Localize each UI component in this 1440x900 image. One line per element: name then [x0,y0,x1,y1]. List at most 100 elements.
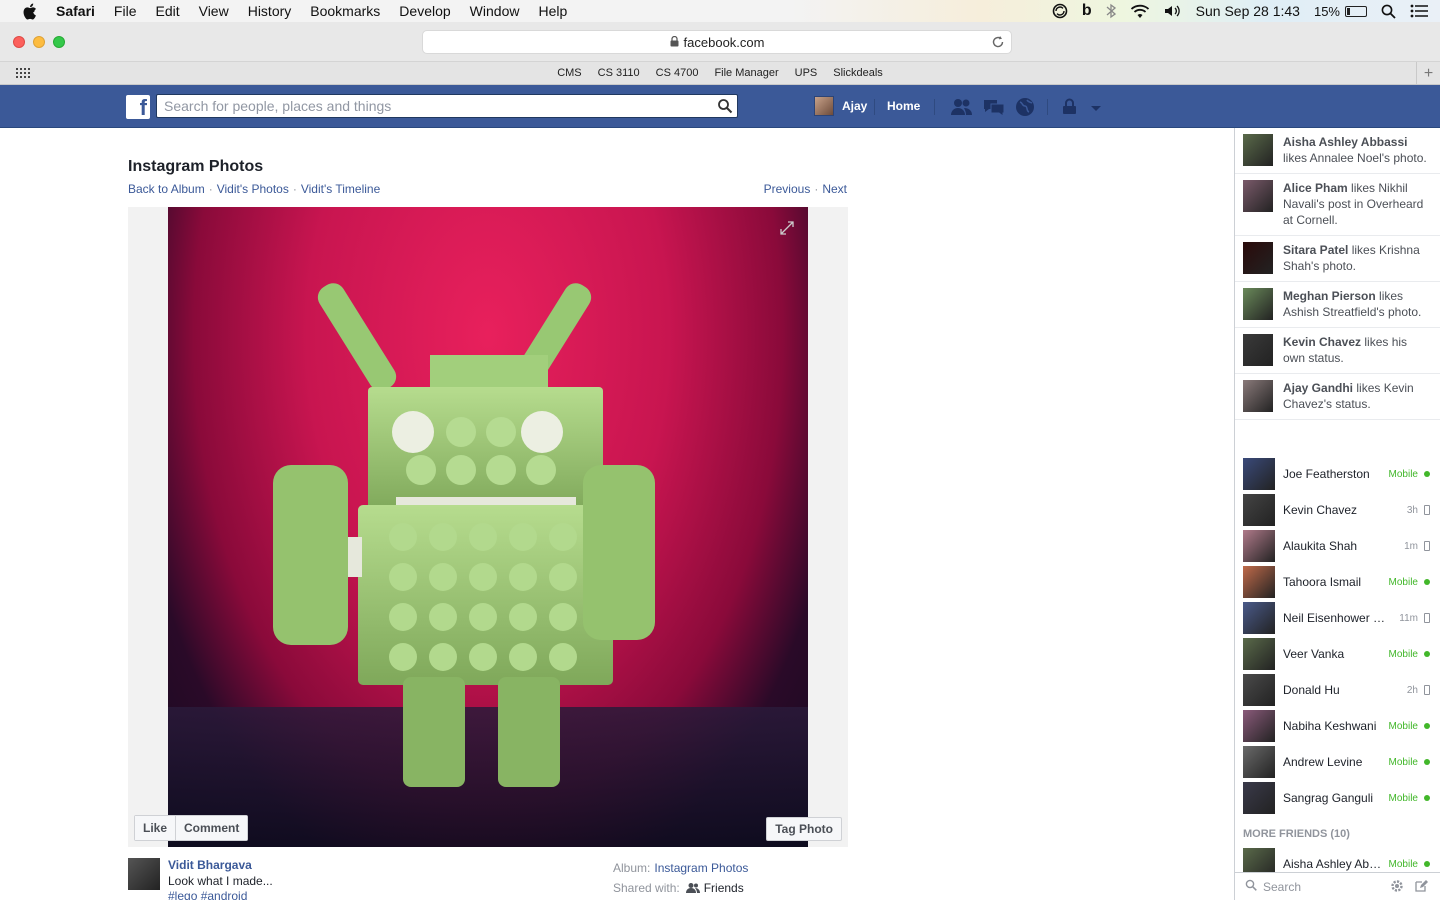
new-tab-plus-icon[interactable]: + [1416,62,1440,85]
ticker-actor: Kevin Chavez [1283,335,1362,349]
volume-icon[interactable] [1164,4,1182,18]
chat-friend[interactable]: Nabiha Keshwani Mobile [1235,708,1440,744]
fullscreen-expand-icon[interactable] [780,221,794,238]
close-window-button[interactable] [13,36,25,48]
menu-bookmarks[interactable]: Bookmarks [310,3,380,19]
bookmark-slickdeals[interactable]: Slickdeals [833,67,883,79]
album-link[interactable]: Instagram Photos [654,861,748,875]
search-icon[interactable] [717,98,733,117]
ticker-actor: Ajay Gandhi [1283,381,1354,395]
messages-icon[interactable] [982,97,1006,120]
chat-friend[interactable]: Sangrag Ganguli Mobile [1235,780,1440,816]
clock[interactable]: Sun Sep 28 1:43 [1196,3,1300,19]
breadcrumb: Back to Album · Vidit's Photos · Vidit's Tim… [128,182,380,196]
chat-friend[interactable]: Andrew Levine Mobile [1235,744,1440,780]
menu-view[interactable]: View [199,3,229,19]
bookmark-file-manager[interactable]: File Manager [714,67,778,79]
vidits-photos-link[interactable]: Vidit's Photos [217,182,289,196]
chat-friend[interactable]: Donald Hu 2h [1235,672,1440,708]
avatar[interactable] [128,858,160,890]
bluetooth-icon[interactable] [1106,3,1116,19]
online-dot-icon [1424,759,1430,765]
facebook-search-input[interactable] [157,95,697,117]
notifications-globe-icon[interactable] [1014,97,1036,120]
address-bar[interactable]: facebook.com [422,30,1012,54]
menu-file[interactable]: File [114,3,137,19]
online-dot-icon [1424,579,1430,585]
vidits-timeline-link[interactable]: Vidit's Timeline [301,182,380,196]
bookmark-ups[interactable]: UPS [795,67,818,79]
minimize-window-button[interactable] [33,36,45,48]
menu-extras: b Sun Sep 28 1:43 15% [1052,0,1440,22]
wifi-icon[interactable] [1130,4,1150,19]
chat-friend[interactable]: Joe Featherston Mobile [1235,456,1440,492]
notification-center-icon[interactable] [1410,4,1428,18]
chat-friend[interactable]: Tahoora Ismail Mobile [1235,564,1440,600]
menu-window[interactable]: Window [470,3,520,19]
chat-settings-gear-icon[interactable] [1390,879,1404,896]
new-message-compose-icon[interactable] [1414,879,1428,896]
ticker-story[interactable]: Aisha Ashley Abbassi likes Annalee Noel'… [1235,128,1440,174]
menu-edit[interactable]: Edit [155,3,179,19]
chat-friend[interactable]: Alaukita Shah 1m [1235,528,1440,564]
chat-friend[interactable]: Veer Vanka Mobile [1235,636,1440,672]
online-dot-icon [1424,723,1430,729]
ticker-actor: Meghan Pierson [1283,289,1376,303]
author-name-link[interactable]: Vidit Bhargava [168,858,273,872]
home-link[interactable]: Home [887,99,920,113]
friend-requests-icon[interactable] [950,97,974,120]
bookmark-cms[interactable]: CMS [557,67,581,79]
menu-develop[interactable]: Develop [399,3,450,19]
battery-icon[interactable] [1345,5,1367,17]
chat-status-text: Mobile [1388,792,1418,804]
top-sites-grid-icon[interactable] [16,68,30,81]
privacy-shortcuts-icon[interactable] [1060,97,1080,120]
avatar [1243,242,1273,274]
browser-toolbar: facebook.com [0,22,1440,62]
lego-android-photo[interactable] [168,207,808,847]
previous-photo-link[interactable]: Previous [764,182,811,196]
next-photo-link[interactable]: Next [822,182,847,196]
spotlight-search-icon[interactable] [1381,4,1396,19]
ticker-story[interactable]: Ajay Gandhi likes Kevin Chavez's status. [1235,374,1440,420]
facebook-search-box[interactable] [156,94,738,118]
online-dot-icon [1424,861,1430,867]
reload-icon[interactable] [991,35,1005,52]
comment-button[interactable]: Comment [175,816,248,840]
menu-history[interactable]: History [248,3,292,19]
ticker-story[interactable]: Alice Pham likes Nikhil Navali's post in… [1235,174,1440,236]
tag-photo-button[interactable]: Tag Photo [766,817,842,841]
avatar [814,96,834,116]
like-button[interactable]: Like [135,816,176,840]
ticker-story[interactable]: Meghan Pierson likes Ashish Streatfield'… [1235,282,1440,328]
apple-menu-icon[interactable] [20,2,38,20]
bookmark-cs4700[interactable]: CS 4700 [656,67,699,79]
profile-link[interactable]: Ajay [814,96,867,116]
battery-percent[interactable]: 15% [1314,4,1340,19]
menu-app-safari[interactable]: Safari [56,3,95,19]
chat-friend-name: Kevin Chavez [1283,503,1358,517]
b-extension-icon[interactable]: b [1082,2,1092,20]
chat-status-text: 3h [1406,504,1418,516]
menu-help[interactable]: Help [538,3,567,19]
back-to-album-link[interactable]: Back to Album [128,182,205,196]
account-menu-chevron-down-icon[interactable] [1090,102,1102,116]
sync-icon[interactable] [1052,3,1068,19]
photo-owner: Vidit Bhargava Look what I made... #lego… [128,858,273,900]
chat-friend[interactable]: Neil Eisenhower Hui 11m [1235,600,1440,636]
bookmark-cs3110[interactable]: CS 3110 [598,67,640,79]
chat-friend-name: Veer Vanka [1283,647,1345,661]
facebook-logo[interactable]: f [126,95,150,119]
chat-friend[interactable]: Kevin Chavez 3h [1235,492,1440,528]
avatar [1243,602,1275,634]
chat-search-bar[interactable]: Search [1235,872,1440,900]
online-dot-icon [1424,471,1430,477]
ticker-story[interactable]: Sitara Patel likes Krishna Shah's photo. [1235,236,1440,282]
hashtag-links[interactable]: #lego #android [168,889,273,900]
header-divider [874,99,875,115]
avatar [1243,458,1275,490]
zoom-window-button[interactable] [53,36,65,48]
chat-friend-name: Tahoora Ismail [1283,575,1362,589]
ticker-story[interactable]: Kevin Chavez likes his own status. [1235,328,1440,374]
avatar [1243,288,1273,320]
